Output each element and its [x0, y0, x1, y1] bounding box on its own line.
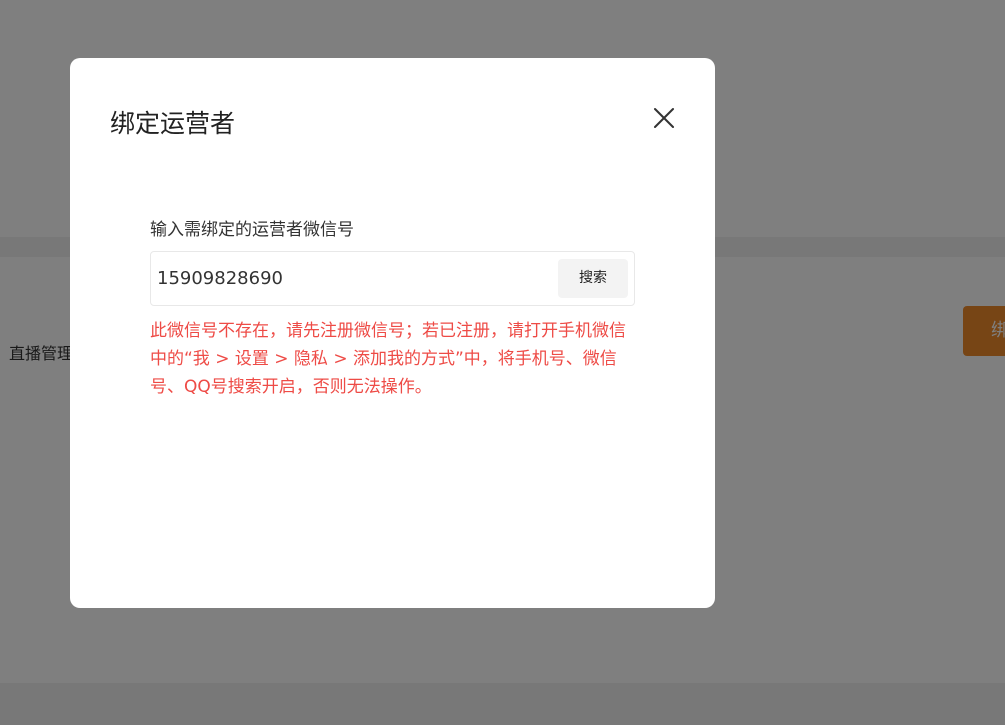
wechat-id-input[interactable] — [157, 261, 547, 296]
wechat-search-box: 搜索 — [150, 251, 635, 306]
bind-operator-dialog: 绑定运营者 输入需绑定的运营者微信号 搜索 此微信号不存在，请先注册微信号；若已… — [70, 58, 715, 608]
wechat-id-field-label: 输入需绑定的运营者微信号 — [150, 220, 354, 240]
search-button[interactable]: 搜索 — [558, 259, 628, 298]
error-message: 此微信号不存在，请先注册微信号；若已注册，请打开手机微信中的“我 > 设置 > … — [150, 321, 626, 397]
dialog-title: 绑定运营者 — [110, 109, 236, 138]
close-button[interactable] — [650, 104, 678, 132]
close-icon — [654, 108, 674, 128]
